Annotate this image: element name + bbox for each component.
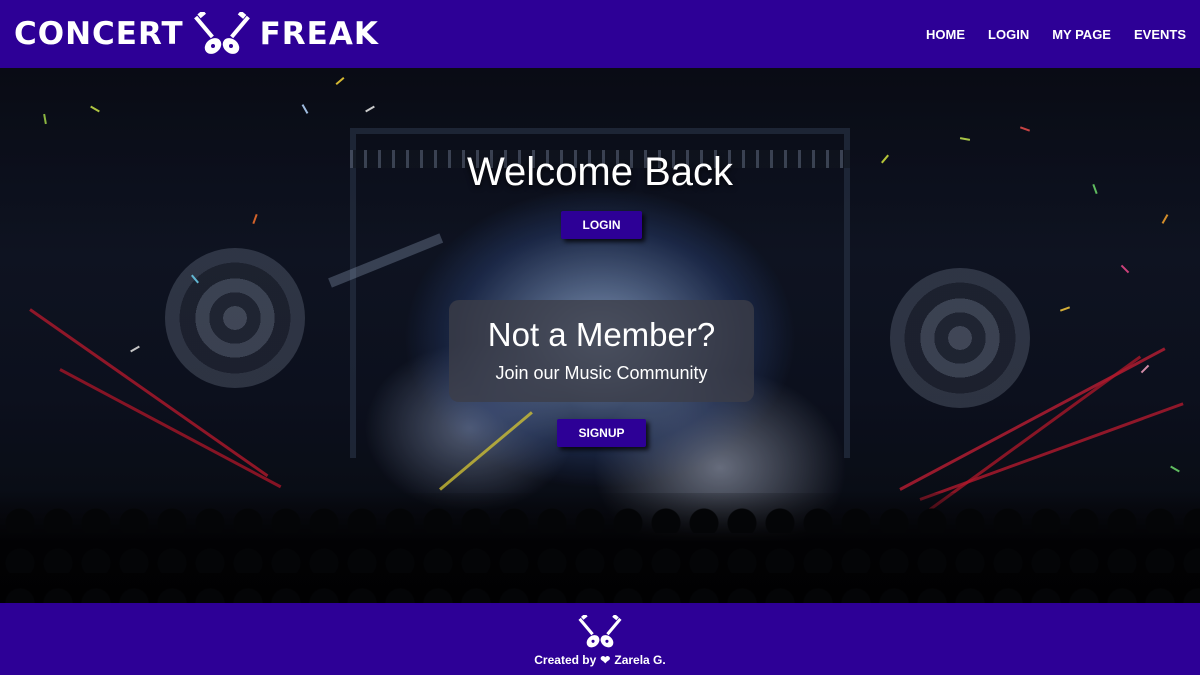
main-nav: HOME LOGIN MY PAGE EVENTS — [926, 27, 1186, 42]
signup-button[interactable]: SIGNUP — [557, 419, 646, 447]
crossed-guitars-icon — [193, 12, 250, 54]
footer-credit: Created by ❤ Zarela G. — [534, 653, 665, 667]
nav-my-page-link[interactable]: MY PAGE — [1052, 27, 1111, 42]
brand-word-concert: CONCERT — [14, 15, 184, 52]
welcome-title: Welcome Back — [466, 150, 733, 194]
nav-login-link[interactable]: LOGIN — [988, 27, 1029, 42]
footer: Created by ❤ Zarela G. — [0, 603, 1200, 675]
crossed-guitars-icon — [578, 615, 622, 648]
navbar: CONCERT FREAK HOME LOGIN MY PAGE EVENTS — [0, 0, 1200, 68]
login-button[interactable]: LOGIN — [561, 211, 642, 239]
member-callout: Not a Member? Join our Music Community — [449, 300, 754, 402]
heart-icon: ❤ — [600, 653, 611, 667]
brand-logo-link[interactable]: CONCERT FREAK — [14, 12, 379, 56]
nav-events-link[interactable]: EVENTS — [1134, 27, 1186, 42]
member-callout-subtitle: Join our Music Community — [495, 363, 708, 383]
brand-word-freak: FREAK — [259, 15, 379, 52]
footer-credit-author: Zarela G. — [614, 653, 666, 667]
hero-section: Welcome Back LOGIN Not a Member? Join ou… — [0, 68, 1200, 603]
nav-home-link[interactable]: HOME — [926, 27, 965, 42]
footer-credit-prefix: Created by — [534, 653, 597, 667]
member-callout-title: Not a Member? — [487, 316, 716, 353]
